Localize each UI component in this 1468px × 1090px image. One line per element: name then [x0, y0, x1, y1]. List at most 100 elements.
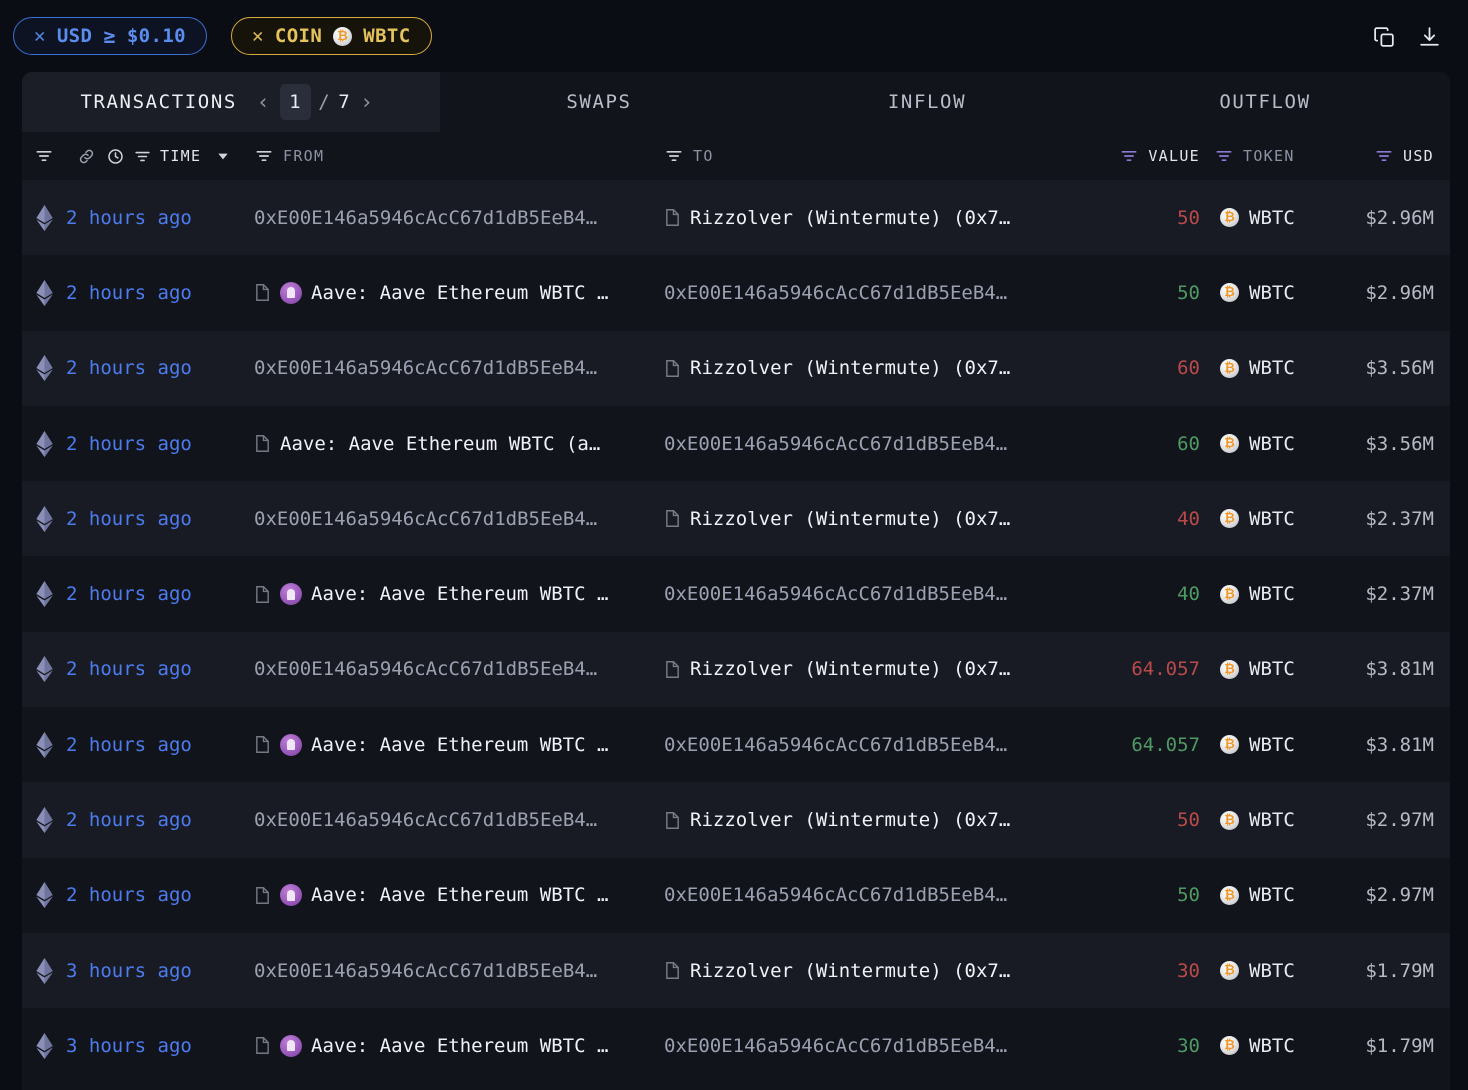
row-time[interactable]: 2 hours ago — [66, 282, 254, 304]
pagination-prev-button[interactable]: ‹ — [250, 90, 278, 114]
column-header-to-label: TO — [693, 147, 714, 165]
row-from[interactable]: Aave: Aave Ethereum WBTC … — [254, 1034, 664, 1057]
row-time[interactable]: 3 hours ago — [66, 960, 254, 982]
row-time[interactable]: 2 hours ago — [66, 508, 254, 530]
row-token[interactable]: WBTC — [1200, 1035, 1318, 1057]
row-time[interactable]: 3 hours ago — [66, 1035, 254, 1057]
row-to[interactable]: Rizzolver (Wintermute) (0x7… — [664, 809, 1076, 831]
row-token[interactable]: WBTC — [1200, 734, 1318, 756]
row-from-label: 0xE00E146a5946cAcC67d1dB5EeB4… — [254, 658, 598, 681]
row-token[interactable]: WBTC — [1200, 207, 1318, 229]
table-row[interactable]: 2 hours ago 0xE00E146a5946cAcC67d1dB5EeB4… — [22, 180, 1450, 256]
row-to[interactable]: Rizzolver (Wintermute) (0x7… — [664, 508, 1076, 530]
column-header-filter[interactable] — [22, 146, 66, 166]
column-header-time[interactable]: TIME — [106, 147, 254, 166]
row-time[interactable]: 2 hours ago — [66, 658, 254, 680]
row-from[interactable]: Aave: Aave Ethereum WBTC … — [254, 281, 664, 304]
row-token[interactable]: WBTC — [1200, 960, 1318, 982]
row-token[interactable]: WBTC — [1200, 357, 1318, 379]
tab-swaps[interactable]: SWAPS — [440, 72, 758, 132]
table-row[interactable]: 2 hours ago 0xE00E146a5946cAcC67d1dB5EeB4… — [22, 631, 1450, 708]
table-row[interactable]: 2 hours ago 0xE00E146a5946cAcC67d1dB5EeB4… — [22, 330, 1450, 406]
row-to[interactable]: Rizzolver (Wintermute) (0x7… — [664, 960, 1076, 982]
row-from[interactable]: 0xE00E146a5946cAcC67d1dB5EeB4… — [254, 809, 664, 831]
row-to[interactable]: Rizzolver (Wintermute) (0x7… — [664, 658, 1076, 680]
row-time[interactable]: 2 hours ago — [66, 357, 254, 379]
table-row[interactable]: 2 hours ago 0xE00E146a5946cAcC67d1dB5EeB4… — [22, 481, 1450, 557]
row-token[interactable]: WBTC — [1200, 658, 1318, 680]
row-to[interactable]: Rizzolver (Wintermute) (0x7… — [664, 207, 1076, 229]
table-column-headers: TIME FROM TO VALUE TOKEN USD — [22, 132, 1450, 180]
row-time[interactable]: 2 hours ago — [66, 583, 254, 605]
row-to[interactable]: 0xE00E146a5946cAcC67d1dB5EeB4… — [664, 1035, 1076, 1057]
ethereum-icon — [35, 355, 53, 382]
close-icon[interactable]: ✕ — [34, 25, 46, 47]
tab-outflow[interactable]: OUTFLOW — [1096, 72, 1434, 132]
row-time[interactable]: 2 hours ago — [66, 809, 254, 831]
row-token[interactable]: WBTC — [1200, 508, 1318, 530]
row-token[interactable]: WBTC — [1200, 884, 1318, 906]
table-row[interactable]: 2 hours ago Aave: Aave Ethereum WBTC … 0xE… — [22, 556, 1450, 632]
btc-coin-icon — [1220, 1036, 1239, 1056]
btc-coin-icon — [1220, 810, 1239, 830]
row-to-label: 0xE00E146a5946cAcC67d1dB5EeB4… — [664, 583, 1008, 606]
pagination-current-page[interactable]: 1 — [280, 84, 312, 120]
row-token[interactable]: WBTC — [1200, 433, 1318, 455]
column-header-link[interactable] — [66, 147, 106, 166]
document-icon — [666, 962, 679, 980]
row-to[interactable]: 0xE00E146a5946cAcC67d1dB5EeB4… — [664, 433, 1076, 455]
tab-inflow[interactable]: INFLOW — [758, 72, 1096, 132]
filter-chip-usd[interactable]: ✕ USD ≥ $0.10 — [13, 17, 208, 55]
row-token[interactable]: WBTC — [1200, 282, 1318, 304]
table-row[interactable]: 2 hours ago Aave: Aave Ethereum WBTC … 0xE… — [22, 707, 1450, 783]
row-token[interactable]: WBTC — [1200, 583, 1318, 605]
row-token[interactable]: WBTC — [1200, 809, 1318, 831]
row-from[interactable]: 0xE00E146a5946cAcC67d1dB5EeB4… — [254, 960, 664, 982]
document-icon — [666, 359, 679, 377]
btc-coin-icon — [1220, 885, 1239, 905]
column-header-value[interactable]: VALUE — [1076, 146, 1200, 166]
pagination-next-button[interactable]: › — [353, 90, 381, 114]
row-to[interactable]: 0xE00E146a5946cAcC67d1dB5EeB4… — [664, 282, 1076, 304]
row-to[interactable]: 0xE00E146a5946cAcC67d1dB5EeB4… — [664, 734, 1076, 756]
row-from[interactable]: Aave: Aave Ethereum WBTC … — [254, 583, 664, 606]
row-token-label: WBTC — [1249, 206, 1295, 229]
table-row[interactable]: 2 hours ago Aave: Aave Ethereum WBTC (a… 0… — [22, 405, 1450, 482]
chevron-down-icon[interactable] — [215, 148, 231, 164]
row-time[interactable]: 2 hours ago — [66, 433, 254, 455]
download-icon[interactable] — [1417, 25, 1442, 50]
row-usd: $2.96M — [1365, 281, 1434, 304]
row-from[interactable]: 0xE00E146a5946cAcC67d1dB5EeB4… — [254, 207, 664, 229]
row-to[interactable]: 0xE00E146a5946cAcC67d1dB5EeB4… — [664, 583, 1076, 605]
column-header-usd[interactable]: USD — [1318, 146, 1438, 166]
table-row[interactable]: 2 hours ago Aave: Aave Ethereum WBTC … 0xE… — [22, 857, 1450, 933]
filter-chip-coin[interactable]: ✕ COIN WBTC — [231, 17, 432, 55]
table-row[interactable]: 3 hours ago Aave: Aave Ethereum WBTC … 0xE… — [22, 1008, 1450, 1084]
row-chain-icon — [22, 656, 66, 683]
filter-icon — [1216, 151, 1232, 161]
column-header-from[interactable]: FROM — [254, 146, 664, 166]
row-time[interactable]: 2 hours ago — [66, 734, 254, 756]
row-to[interactable]: 0xE00E146a5946cAcC67d1dB5EeB4… — [664, 884, 1076, 906]
row-to[interactable]: Rizzolver (Wintermute) (0x7… — [664, 357, 1076, 379]
copy-icon[interactable] — [1372, 25, 1397, 50]
close-icon[interactable]: ✕ — [252, 25, 264, 47]
row-time[interactable]: 2 hours ago — [66, 207, 254, 229]
column-header-token[interactable]: TOKEN — [1200, 146, 1318, 166]
row-from[interactable]: Aave: Aave Ethereum WBTC (a… — [254, 433, 664, 455]
btc-coin-icon — [1220, 961, 1239, 981]
column-header-to[interactable]: TO — [664, 146, 1076, 166]
row-time[interactable]: 2 hours ago — [66, 884, 254, 906]
row-to-label: Rizzolver (Wintermute) (0x7… — [690, 507, 1011, 530]
table-row[interactable]: 2 hours ago Aave: Aave Ethereum WBTC … 0xE… — [22, 255, 1450, 331]
row-from[interactable]: 0xE00E146a5946cAcC67d1dB5EeB4… — [254, 658, 664, 680]
row-from[interactable]: Aave: Aave Ethereum WBTC … — [254, 884, 664, 907]
tab-transactions[interactable]: TRANSACTIONS ‹ 1 / 7 › — [22, 72, 440, 132]
filter-chip-coin-field: COIN — [274, 25, 323, 47]
table-row[interactable]: 3 hours ago 0xE00E146a5946cAcC67d1dB5EeB4… — [22, 932, 1450, 1009]
row-chain-icon — [22, 882, 66, 909]
row-from[interactable]: 0xE00E146a5946cAcC67d1dB5EeB4… — [254, 357, 664, 379]
table-row[interactable]: 2 hours ago 0xE00E146a5946cAcC67d1dB5EeB4… — [22, 782, 1450, 858]
row-from[interactable]: 0xE00E146a5946cAcC67d1dB5EeB4… — [254, 508, 664, 530]
row-from[interactable]: Aave: Aave Ethereum WBTC … — [254, 733, 664, 756]
